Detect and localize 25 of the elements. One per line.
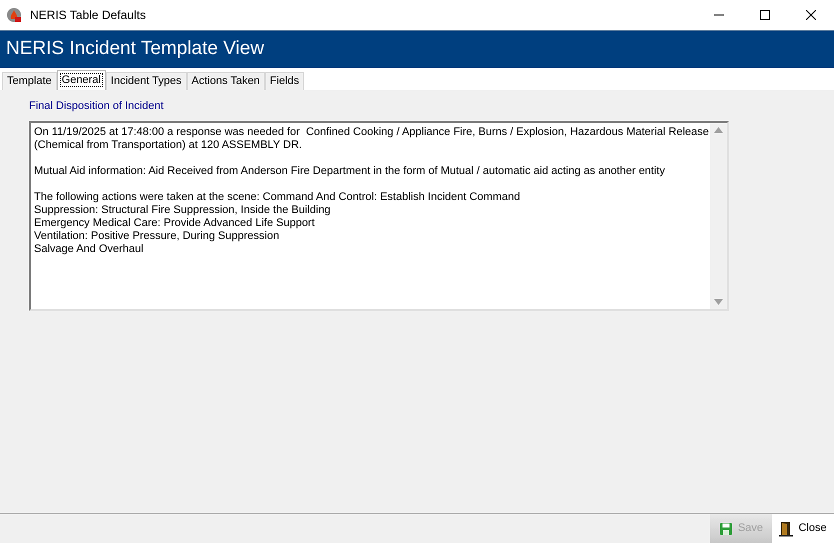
- text-line: Suppression: Structural Fire Suppression, Inside the Building: [34, 204, 331, 216]
- text-line: Salvage And Overhaul: [34, 242, 144, 256]
- section-label: Final Disposition of Incident: [29, 99, 165, 114]
- scroll-down-icon[interactable]: [714, 298, 723, 304]
- vertical-scrollbar[interactable]: [710, 122, 727, 308]
- tab[interactable]: Actions Taken: [186, 72, 265, 90]
- text-line: Mutual Aid information: Aid Received from Anderson Fire Department in the form of Mutual / automatic aid acting as another entity: [34, 164, 665, 178]
- tab[interactable]: Fields: [264, 72, 304, 90]
- scroll-up-icon[interactable]: [714, 126, 723, 132]
- window-title: NERIS Table Defaults: [30, 7, 146, 24]
- text-line: Emergency Medical Care: Provide Advanced Life Support: [34, 216, 315, 230]
- tab[interactable]: General: [56, 70, 106, 90]
- text-line: On 11/19/2025 at 17:48:00 a response was needed for Confined Cooking / Appliance Fire, Burns / Explosion, Hazardous Material Release: [34, 126, 709, 138]
- maximize-icon: [760, 10, 770, 20]
- door-icon: [779, 520, 794, 536]
- tab[interactable]: Template: [2, 72, 57, 90]
- close-button[interactable]: Close: [772, 514, 834, 543]
- app-logo-icon: [6, 7, 22, 23]
- tab[interactable]: Incident Types: [106, 72, 187, 90]
- text-line: (Chemical from Transportation) at 120 ASSEMBLY DR.: [34, 138, 302, 152]
- disposition-text-area[interactable]: [29, 120, 729, 310]
- text-line: The following actions were taken at the scene: Command And Control: Establish Incident Command: [34, 190, 520, 204]
- header-title: NERIS Incident Template View: [6, 37, 264, 62]
- close-icon: [806, 10, 816, 20]
- text-line: Ventilation: Positive Pressure, During Suppression: [34, 230, 280, 242]
